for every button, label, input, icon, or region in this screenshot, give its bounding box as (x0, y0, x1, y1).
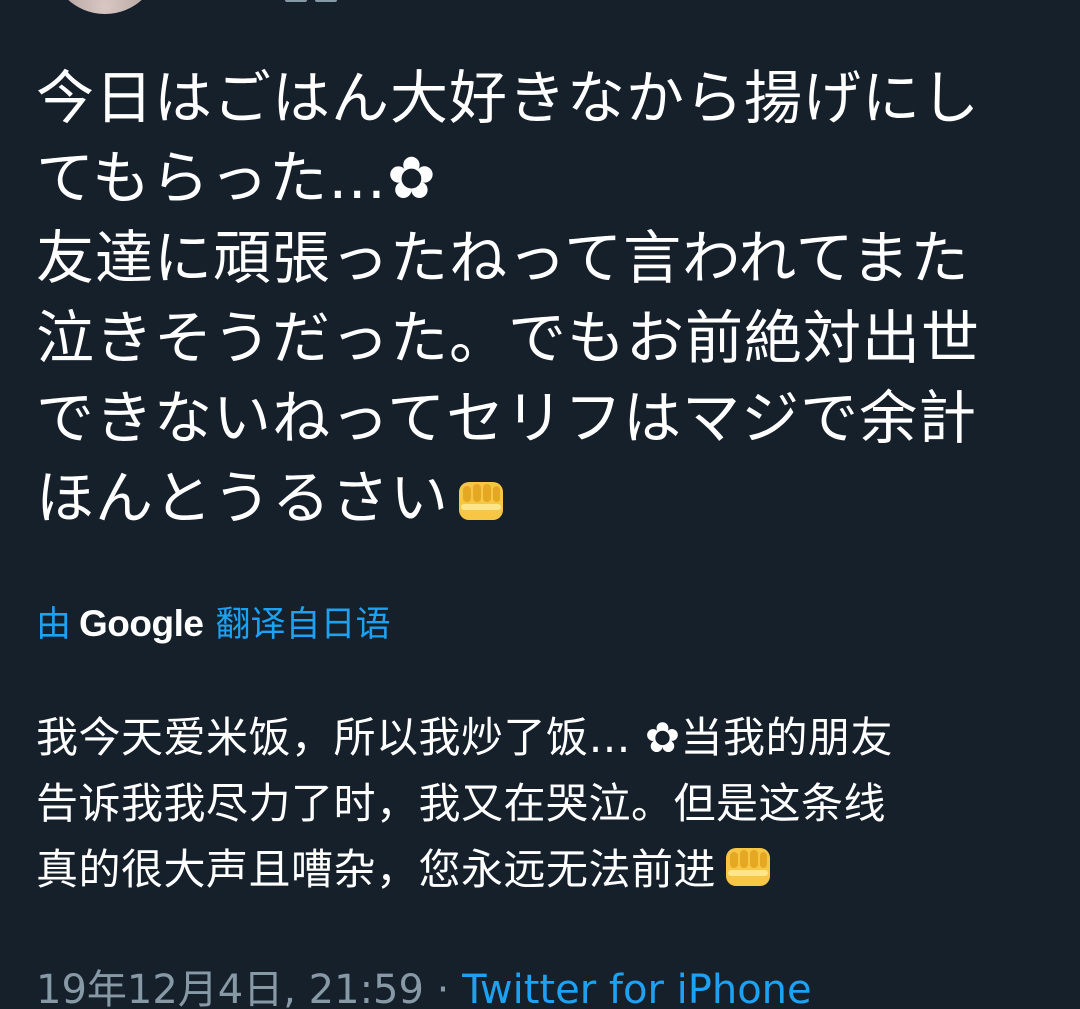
tweet-line-4: 泣きそうだった。でもお前絶対出世 (36, 304, 981, 372)
tweet-meta: 19年12月4日, 21:59 · Twitter for iPhone (36, 960, 812, 1009)
avatar[interactable] (50, 0, 160, 14)
tweet-timestamp[interactable]: 19年12月4日, 21:59 (36, 967, 424, 1009)
translated-line-2: 告诉我我尽力了时，我又在哭泣。但是这条线 (36, 779, 887, 828)
tweet-line-3: 友達に頑張ったねって言われてまた (36, 224, 970, 292)
translated-text: 我今天爱米饭，所以我炒了饭… ✿当我的朋友 告诉我我尽力了时，我又在哭泣。但是这… (36, 705, 1056, 903)
translated-line-3-text: 真的很大声且嘈杂，您永远无法前进 (36, 845, 717, 894)
translated-line-1: 我今天爱米饭，所以我炒了饭… ✿当我的朋友 (36, 713, 894, 762)
meta-separator: · (436, 967, 450, 1009)
tweet-text: 今日はごはん大好きなから揚げにし てもらった…✿ 友達に頑張ったねって言われてま… (36, 58, 1046, 538)
tweet-source-link[interactable]: Twitter for iPhone (462, 967, 812, 1009)
translated-line-3: 真的很大声且嘈杂，您永远无法前进 (36, 837, 1056, 903)
translate-prefix: 由 (36, 605, 72, 645)
tweet-line-6: ほんとうるさい (36, 458, 1046, 538)
oncoming-fist-icon (726, 848, 771, 886)
tweet-line-6-text: ほんとうるさい (36, 464, 450, 532)
translate-suffix: 翻译自日语 (215, 605, 391, 645)
google-logo-text: Google (79, 603, 204, 644)
oncoming-fist-icon (459, 482, 504, 520)
user-name-partial[interactable] (285, 0, 355, 4)
tweet-line-5: できないねってセリフはマジで余計 (36, 384, 978, 452)
translated-by-google-link[interactable]: 由 Google 翻译自日语 (36, 596, 390, 653)
tweet-line-2: てもらった…✿ (36, 144, 437, 212)
tweet-line-1: 今日はごはん大好きなから揚げにし (36, 64, 981, 132)
